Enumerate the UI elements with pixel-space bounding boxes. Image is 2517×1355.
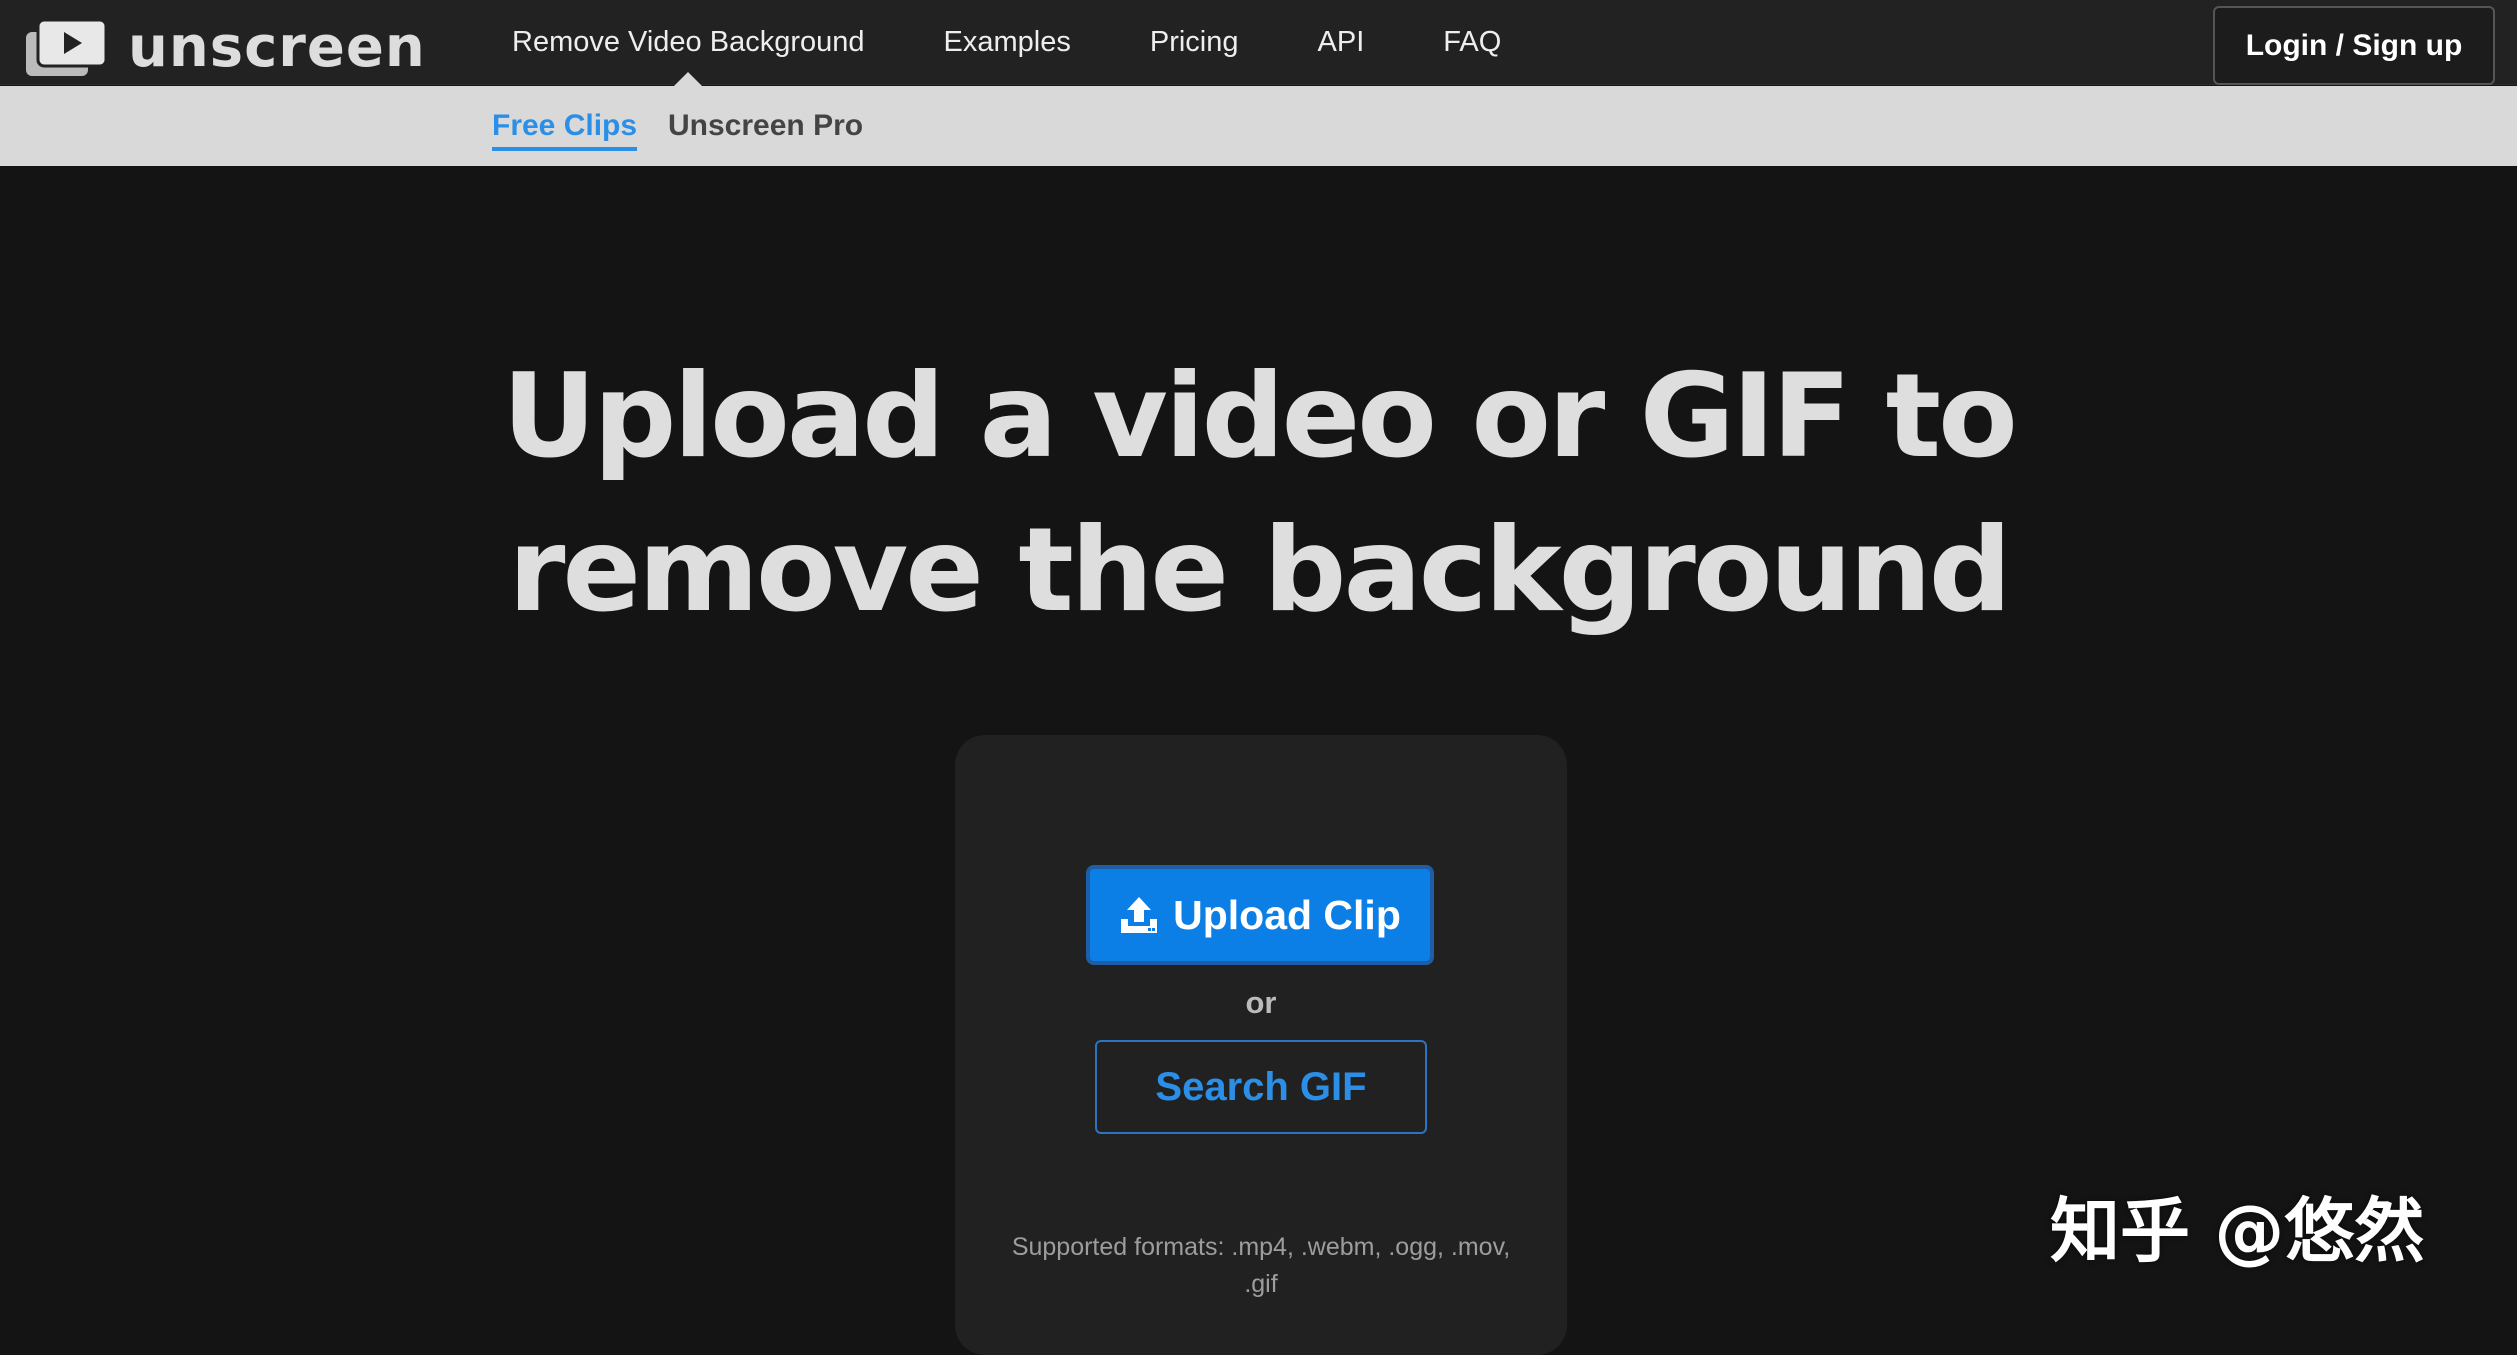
tab-free-clips-label: Free Clips — [492, 109, 638, 142]
headline-line-2: remove the background — [508, 503, 2012, 638]
tab-unscreen-pro[interactable]: Unscreen Pro — [668, 86, 863, 166]
search-gif-button[interactable]: Search GIF — [1095, 1040, 1427, 1134]
supported-formats-text: Supported formats: .mp4, .webm, .ogg, .m… — [985, 1229, 1537, 1303]
login-signup-button[interactable]: Login / Sign up — [2213, 6, 2495, 85]
page-headline: Upload a video or GIF to remove the back… — [0, 340, 2517, 648]
upload-card: Upload Clip or Search GIF Supported form… — [955, 735, 1567, 1355]
upload-icon — [1121, 897, 1158, 933]
nav-examples[interactable]: Examples — [944, 0, 1071, 85]
nav-pricing[interactable]: Pricing — [1150, 0, 1239, 85]
top-navbar: unscreen Remove Video Background Example… — [0, 0, 2517, 86]
nav-remove-video-background[interactable]: Remove Video Background — [512, 0, 865, 86]
headline-line-1: Upload a video or GIF to — [502, 349, 2018, 484]
brand-name: unscreen — [128, 15, 426, 80]
active-tab-underline — [492, 147, 638, 151]
formats-line-2: .gif — [1244, 1270, 1278, 1298]
play-window-icon — [26, 20, 106, 76]
or-separator: or — [1245, 985, 1277, 1020]
main-nav: Remove Video Background Examples Pricing… — [512, 0, 1580, 86]
upload-clip-button[interactable]: Upload Clip — [1086, 865, 1434, 965]
upload-clip-label: Upload Clip — [1173, 891, 1401, 938]
nav-api[interactable]: API — [1318, 0, 1365, 85]
sub-navbar: Free Clips Unscreen Pro — [0, 86, 2517, 166]
zhihu-watermark: 知乎 @悠然 — [2050, 1190, 2425, 1272]
formats-line-1: Supported formats: .mp4, .webm, .ogg, .m… — [1011, 1233, 1511, 1261]
logo-link[interactable]: unscreen — [26, 20, 426, 76]
nav-faq[interactable]: FAQ — [1443, 0, 1501, 85]
tab-free-clips[interactable]: Free Clips — [492, 86, 638, 166]
